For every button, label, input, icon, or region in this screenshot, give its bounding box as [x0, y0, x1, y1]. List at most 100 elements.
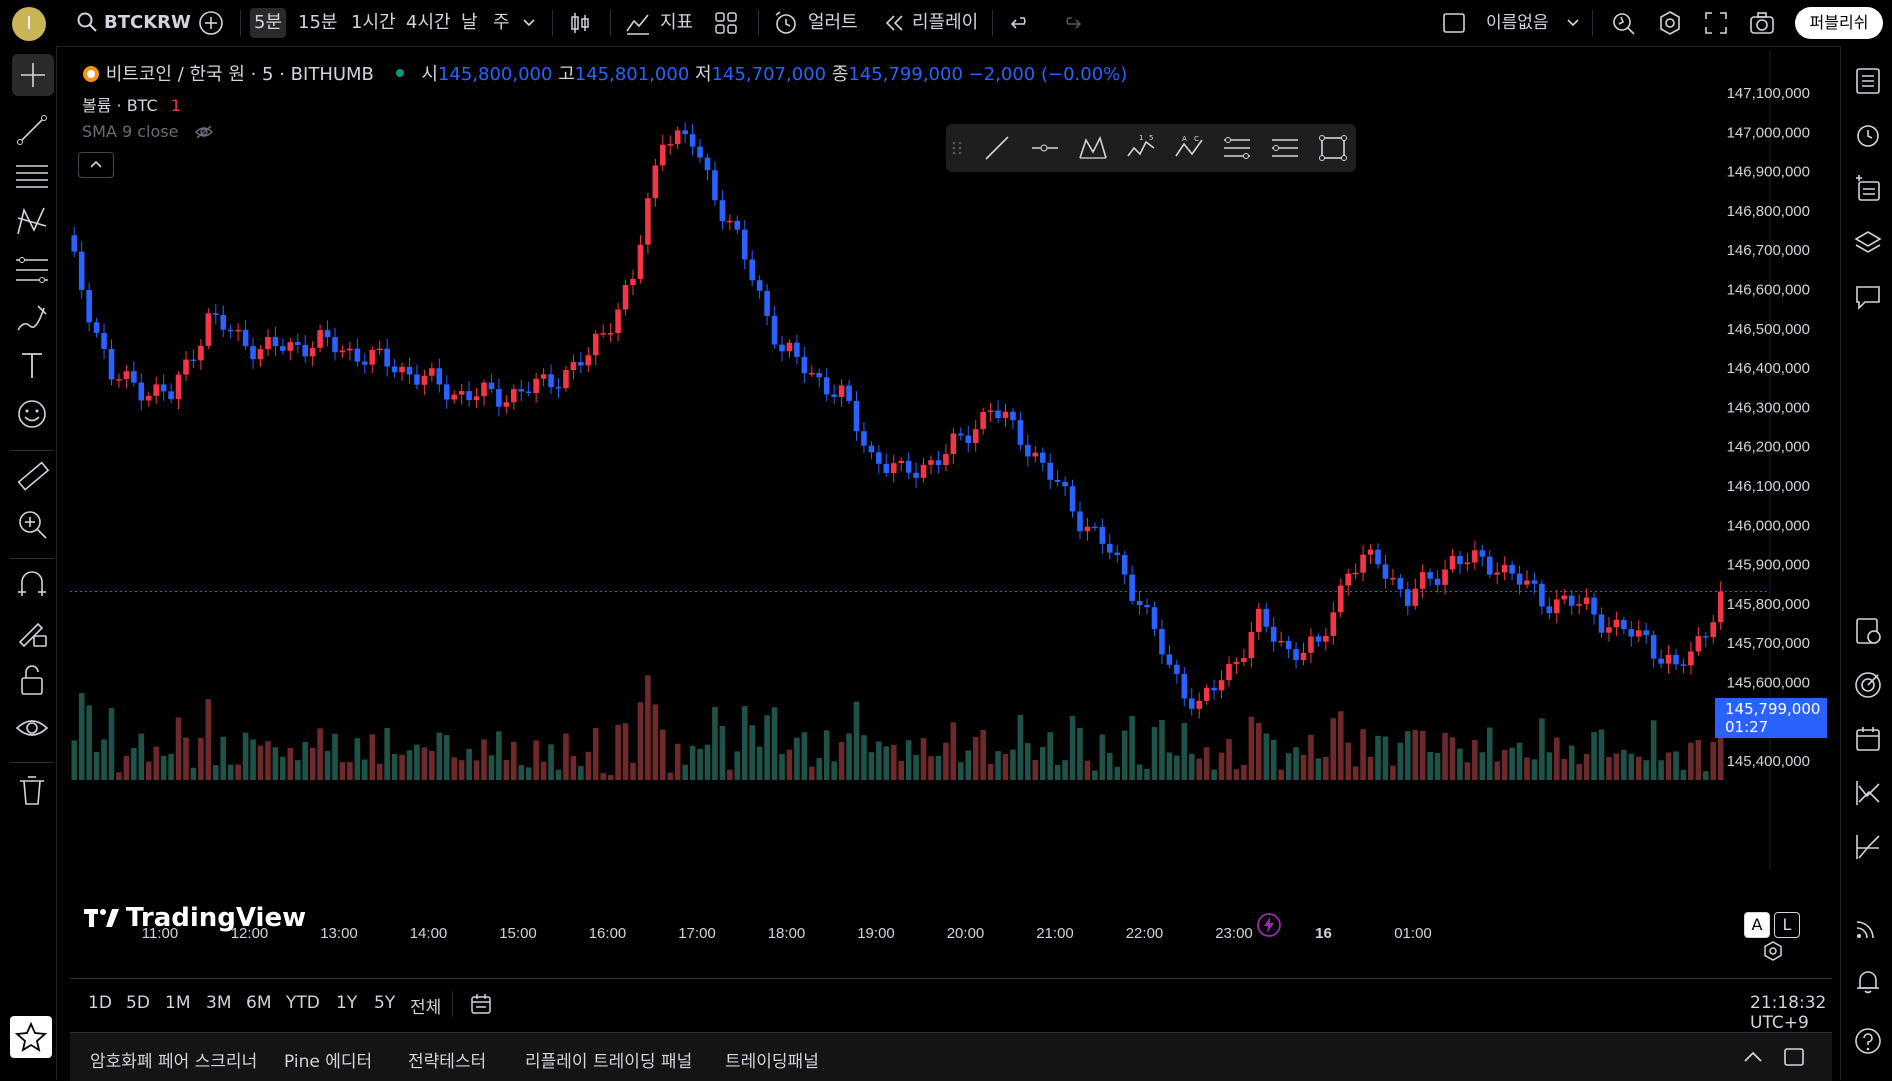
text-tool-icon[interactable] — [14, 348, 50, 384]
volume-indicator-label[interactable]: 볼륨 · BTC 1 — [82, 92, 181, 116]
abc-pattern-icon[interactable]: AC — [1174, 134, 1204, 162]
layout-square-icon[interactable] — [1440, 9, 1468, 37]
go-to-date-icon[interactable] — [468, 991, 494, 1017]
magnet-icon[interactable] — [14, 566, 50, 602]
layout-name-button[interactable]: 이름없음 — [1486, 8, 1549, 38]
xabcd-pattern-icon[interactable] — [1078, 134, 1108, 162]
range-all[interactable]: 전체 — [410, 993, 441, 1018]
price-chart[interactable]: 147,100,000 147,000,000 146,900,000 146,800… — [70, 50, 1832, 974]
fullscreen-icon[interactable] — [1702, 9, 1730, 37]
interval-1h[interactable]: 1시간 — [351, 8, 396, 38]
interval-day[interactable]: 날 — [461, 8, 478, 38]
candle-body — [615, 309, 621, 334]
auto-scale-button[interactable]: A — [1744, 912, 1770, 938]
help-question-icon[interactable] — [1853, 1026, 1883, 1056]
volume-bar — [801, 732, 808, 780]
range-1d[interactable]: 1D — [88, 993, 112, 1013]
alert-button[interactable]: 얼러트 — [808, 8, 858, 38]
tab-trading-panel[interactable]: 트레이딩패널 — [725, 1047, 819, 1072]
eye-hidden-icon[interactable] — [194, 124, 214, 140]
indicators-icon[interactable] — [624, 9, 652, 37]
lightning-alert-icon[interactable] — [1256, 912, 1282, 938]
tradingview-logo[interactable]: TradingView — [84, 903, 306, 933]
zoom-in-icon[interactable] — [14, 506, 50, 542]
horizontal-ray-icon[interactable] — [1030, 134, 1060, 162]
favorites-button[interactable] — [10, 1016, 52, 1058]
lock-drawing-pencil-icon[interactable] — [14, 614, 50, 650]
chevron-down-icon[interactable] — [1566, 16, 1580, 30]
strategy-chart-icon[interactable] — [1853, 832, 1883, 862]
settings-gear-icon[interactable] — [1656, 9, 1684, 37]
tab-strategy-tester[interactable]: 전략테스터 — [408, 1047, 486, 1072]
range-1y[interactable]: 1Y — [336, 993, 357, 1013]
watchlist-icon[interactable] — [1853, 66, 1883, 96]
symbol-description[interactable]: 비트코인 / 한국 원 · 5 · BITHUMB — [106, 64, 374, 85]
drag-handle-icon[interactable] — [950, 134, 964, 162]
alerts-clock-icon[interactable] — [1853, 120, 1883, 150]
volume-bar — [592, 728, 599, 780]
trend-line-icon[interactable] — [14, 112, 50, 148]
fib-extension-icon[interactable] — [1270, 134, 1300, 162]
signal-broadcast-icon[interactable] — [1853, 912, 1883, 942]
range-3m[interactable]: 3M — [206, 993, 231, 1013]
options-chart-icon[interactable] — [1853, 778, 1883, 808]
rectangle-icon[interactable] — [1318, 134, 1348, 162]
range-5y[interactable]: 5Y — [374, 993, 395, 1013]
eye-visibility-icon[interactable] — [14, 710, 50, 746]
elliott-wave-icon[interactable]: 15 — [1126, 134, 1156, 162]
compare-symbol-plus-icon[interactable] — [198, 10, 224, 36]
replay-button[interactable]: 리플레이 — [912, 8, 978, 38]
alarm-clock-icon[interactable] — [772, 9, 800, 37]
interval-15m[interactable]: 15분 — [298, 8, 337, 38]
symbol-search-button[interactable]: BTCKRW — [104, 8, 191, 38]
interval-4h[interactable]: 4시간 — [406, 8, 451, 38]
tab-pine-editor[interactable]: Pine 에디터 — [284, 1047, 372, 1072]
calendar-icon[interactable] — [1853, 724, 1883, 754]
axis-settings-gear-icon[interactable] — [1762, 940, 1784, 962]
tab-replay-trading-panel[interactable]: 리플레이 트레이딩 패널 — [525, 1047, 692, 1072]
trash-icon[interactable] — [14, 772, 50, 808]
range-6m[interactable]: 6M — [246, 993, 271, 1013]
sma-indicator-label[interactable]: SMA 9 close — [82, 122, 214, 141]
ruler-icon[interactable] — [14, 458, 50, 494]
maximize-panel-icon[interactable] — [1782, 1045, 1806, 1069]
volume-title: 볼륨 · BTC — [82, 96, 158, 115]
unlock-icon[interactable] — [14, 662, 50, 698]
trend-line-icon[interactable] — [982, 134, 1012, 162]
volume-bar — [965, 750, 972, 780]
interval-5m[interactable]: 5분 — [250, 8, 287, 38]
chevron-down-icon[interactable] — [522, 16, 536, 30]
timezone-clock[interactable]: 21:18:32 UTC+9 — [1750, 993, 1832, 1033]
emoji-icon[interactable] — [14, 396, 50, 432]
rewind-icon[interactable] — [880, 9, 908, 37]
chat-icon[interactable] — [1853, 282, 1883, 312]
log-scale-button[interactable]: L — [1774, 912, 1800, 938]
redo-icon[interactable] — [1056, 9, 1084, 37]
target-icon[interactable] — [1853, 670, 1883, 700]
range-ytd[interactable]: YTD — [286, 993, 320, 1013]
notification-bell-icon[interactable] — [1853, 966, 1883, 996]
user-avatar[interactable]: I — [12, 7, 46, 41]
undo-icon[interactable] — [1008, 9, 1036, 37]
collapse-legend-button[interactable] — [78, 152, 114, 178]
indicators-button[interactable]: 지표 — [660, 8, 693, 38]
camera-icon[interactable] — [1748, 9, 1776, 37]
tab-crypto-screener[interactable]: 암호화폐 페어 스크리너 — [90, 1047, 257, 1072]
chevron-up-icon[interactable] — [1742, 1047, 1764, 1067]
object-tree-icon[interactable] — [1853, 174, 1883, 204]
news-calendar-icon[interactable] — [1853, 616, 1883, 646]
interval-week[interactable]: 주 — [493, 8, 510, 38]
range-5d[interactable]: 5D — [126, 993, 150, 1013]
quick-search-icon[interactable] — [1610, 9, 1638, 37]
layout-grid-icon[interactable] — [712, 9, 740, 37]
candle-style-icon[interactable] — [566, 9, 594, 37]
brush-icon[interactable] — [14, 300, 50, 336]
range-1m[interactable]: 1M — [165, 993, 190, 1013]
publish-button[interactable]: 퍼블리쉬 — [1795, 7, 1883, 39]
fib-retracement-icon[interactable] — [1222, 134, 1252, 162]
fib-levels-icon[interactable] — [14, 252, 50, 288]
layers-icon[interactable] — [1853, 228, 1883, 258]
horizontal-lines-icon[interactable] — [14, 158, 50, 194]
crosshair-icon[interactable] — [12, 54, 54, 96]
pattern-icon[interactable] — [14, 204, 50, 240]
